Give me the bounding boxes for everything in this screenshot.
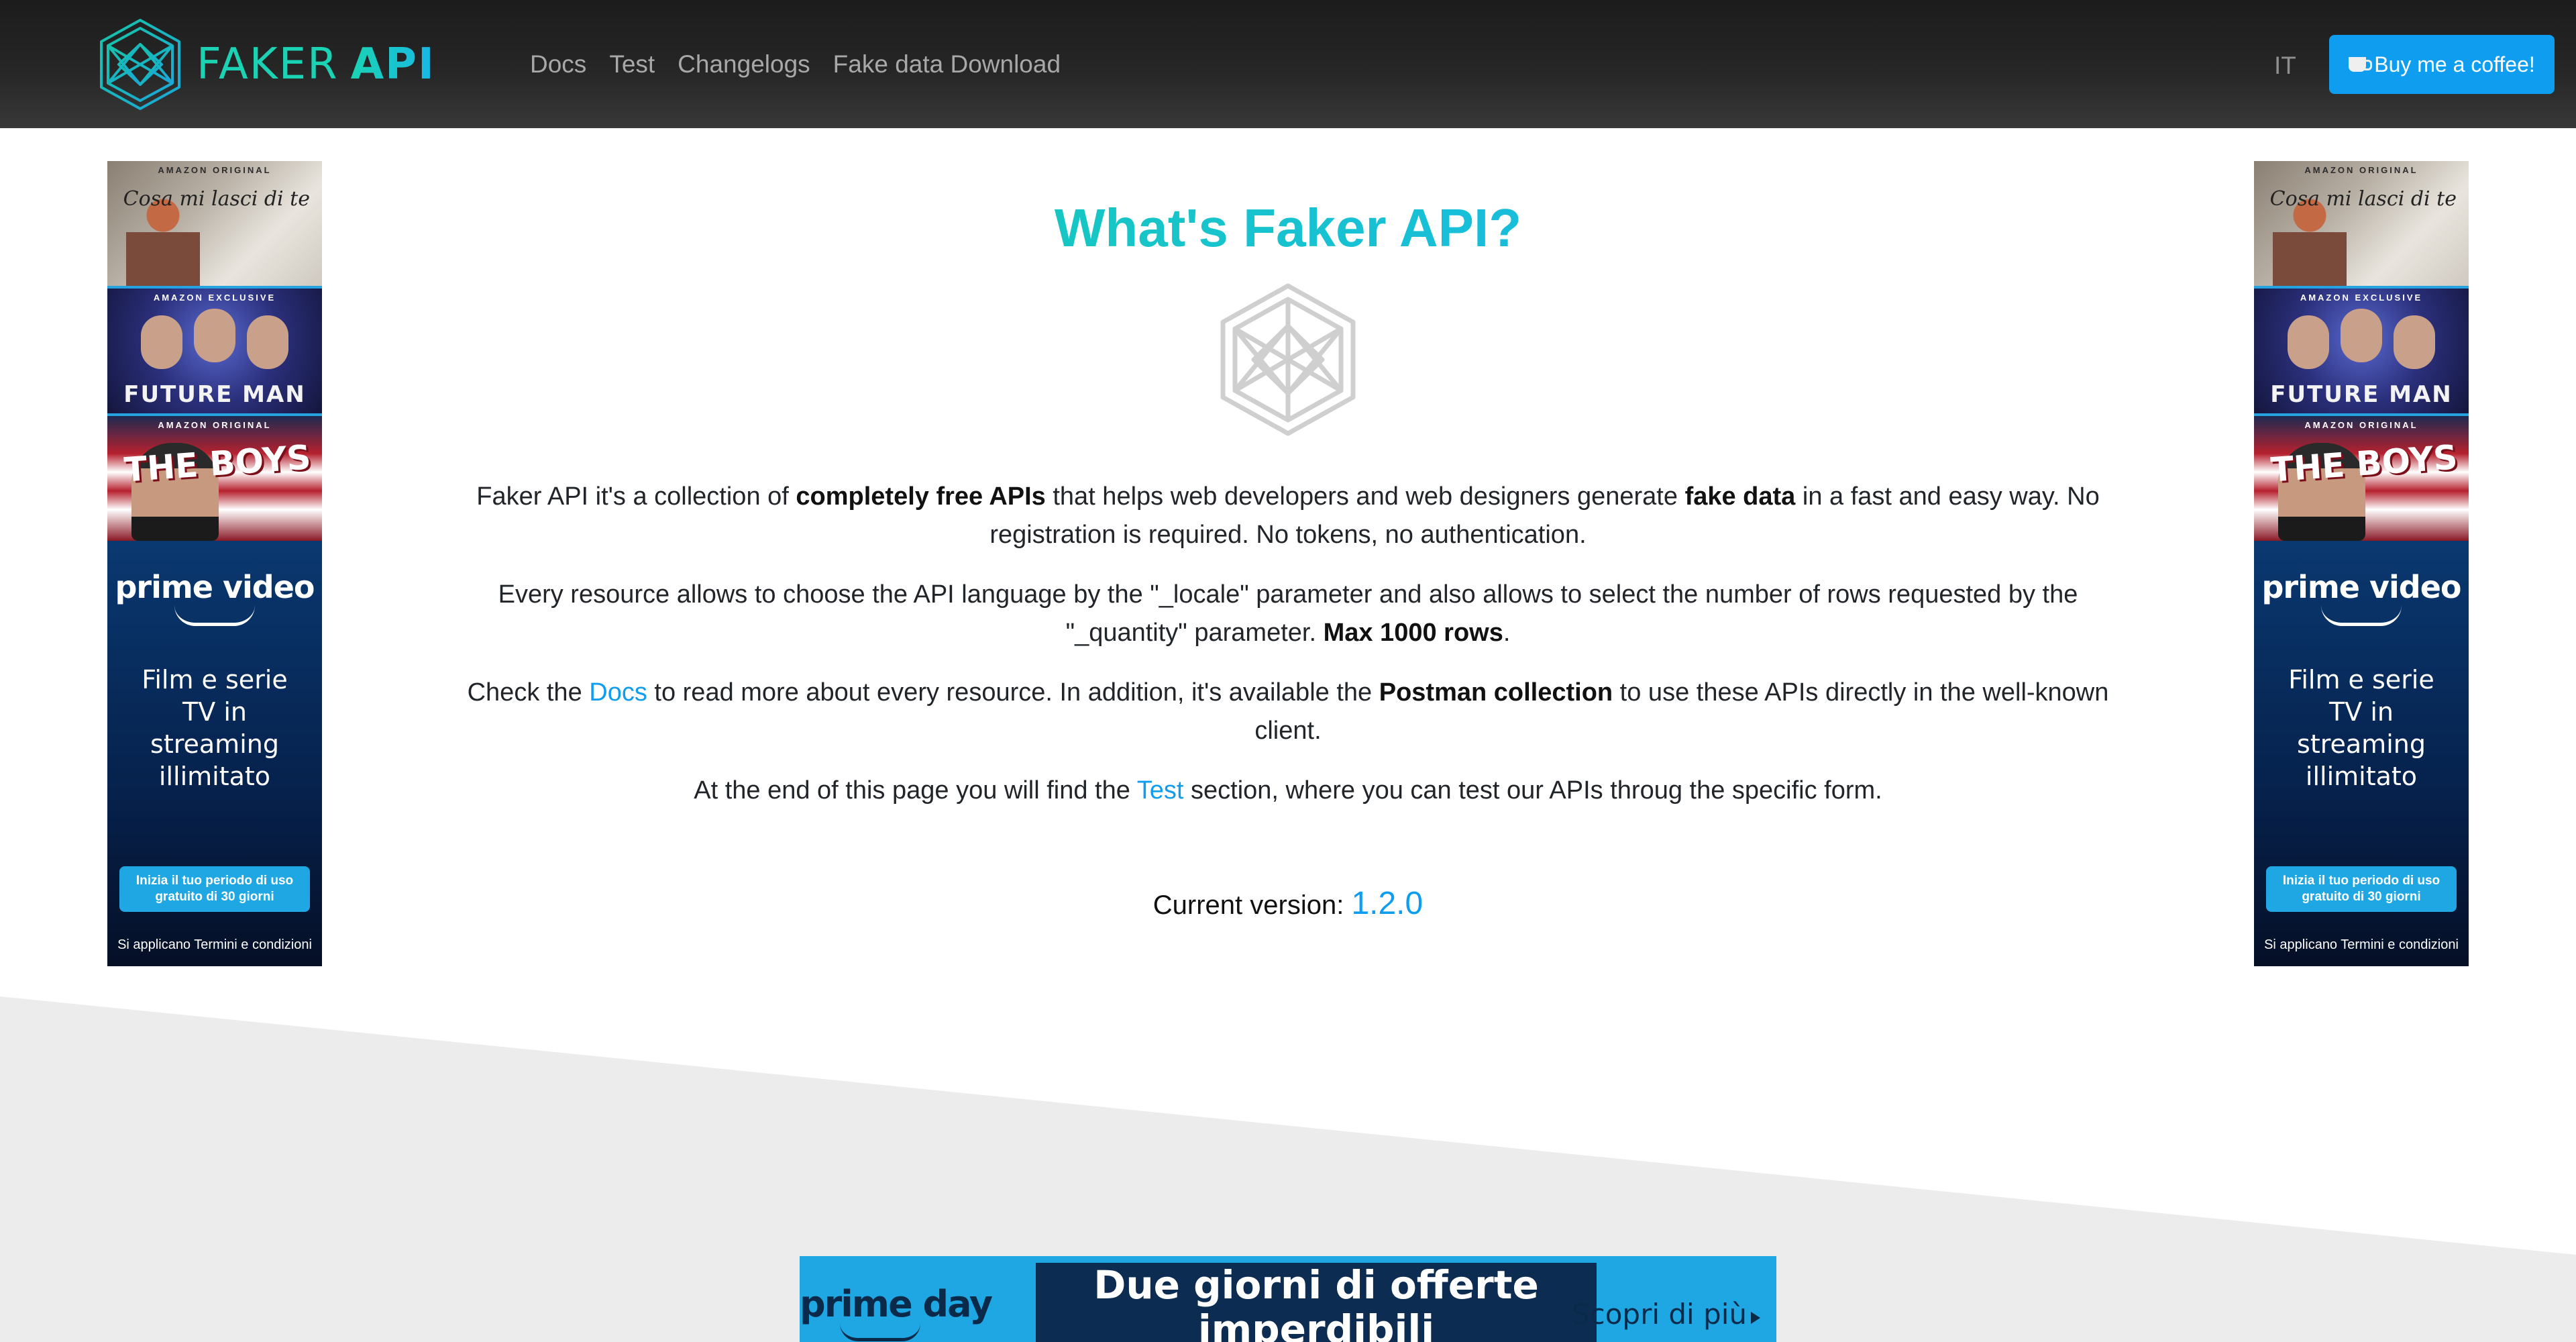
intro-paragraph-2: Every resource allows to choose the API …: [456, 576, 2120, 652]
ad-brand: prime video: [115, 569, 315, 605]
side-ad-left[interactable]: AMAZON ORIGINAL Cosa mi lasci di te AMAZ…: [107, 161, 322, 966]
hero-cube-icon: [1220, 283, 1356, 436]
ad-poster-tag: AMAZON ORIGINAL: [158, 165, 272, 175]
ad-poster-image: [134, 309, 295, 382]
intro-paragraph-3: Check the Docs to read more about every …: [456, 674, 2120, 750]
ad-copy: Film e serie TV in streaming illimitato: [2288, 665, 2434, 791]
text: At the end of this page you will find th…: [694, 776, 1137, 805]
ad-poster-title: FUTURE MAN: [2270, 381, 2453, 408]
amazon-smile-icon: [2321, 605, 2402, 626]
buy-me-a-coffee-label: Buy me a coffee!: [2374, 52, 2535, 76]
ad-poster-image: [2281, 309, 2442, 382]
ad-poster-3: AMAZON ORIGINAL THE BOYS: [107, 413, 322, 541]
highlight-text: completely free APIs: [796, 482, 1046, 511]
intro-paragraph-1: Faker API it's a collection of completel…: [456, 478, 2120, 554]
ad-poster-title: Cosa mi lasci di te: [123, 187, 310, 211]
brand-word-faker: FAKER: [197, 40, 339, 89]
ad-poster-2: AMAZON EXCLUSIVE FUTURE MAN: [2254, 286, 2469, 413]
amazon-smile-icon: [174, 605, 255, 626]
side-ad-right[interactable]: AMAZON ORIGINAL Cosa mi lasci di te AMAZ…: [2254, 161, 2469, 966]
ad-poster-title: THE BOYS: [2269, 437, 2459, 490]
intro-section: What's Faker API? Faker API it's a colle…: [456, 161, 2120, 925]
brand-wordmark: FAKER API: [197, 43, 435, 86]
banner-ad[interactable]: prime day Due giorni di offerte imperdib…: [800, 1256, 1776, 1342]
ad-terms: Si applicano Termini e condizioni: [2264, 937, 2459, 952]
ad-poster-title: THE BOYS: [123, 437, 313, 490]
nav-link-test[interactable]: Test: [609, 46, 655, 83]
banner-brand: prime day: [800, 1283, 993, 1325]
intro-paragraph-4: At the end of this page you will find th…: [456, 772, 2120, 810]
ad-poster-tag: AMAZON ORIGINAL: [2304, 165, 2418, 175]
buy-me-a-coffee-button[interactable]: Buy me a coffee!: [2329, 35, 2555, 94]
banner-offer-text: Due giorni di offerte imperdibili: [1036, 1263, 1597, 1342]
ad-cta-button[interactable]: Inizia il tuo periodo di uso gratuito di…: [2266, 866, 2457, 912]
text: Every resource allows to choose the API …: [498, 580, 2078, 647]
navbar: FAKER API Docs Test Changelogs Fake data …: [0, 0, 2576, 128]
language-switch-it[interactable]: IT: [2274, 50, 2296, 82]
ad-poster-3: AMAZON ORIGINAL THE BOYS: [2254, 413, 2469, 541]
docs-inline-link[interactable]: Docs: [589, 678, 647, 707]
text: .: [1503, 619, 1511, 647]
amazon-smile-icon: [840, 1323, 920, 1341]
ad-brand: prime video: [2261, 569, 2461, 605]
version-label: Current version:: [1152, 890, 1352, 920]
main-nav: Docs Test Changelogs Fake data Download: [530, 46, 1061, 83]
highlight-text: fake data: [1684, 482, 1796, 511]
text: section, where you can test our APIs thr…: [1183, 776, 1882, 805]
nav-link-changelogs[interactable]: Changelogs: [678, 46, 810, 83]
brand-home-link[interactable]: FAKER API: [97, 17, 435, 111]
text: that helps web developers and web design…: [1045, 482, 1685, 511]
nav-link-docs[interactable]: Docs: [530, 46, 586, 83]
banner-cta-link[interactable]: Scopri di più: [1572, 1298, 1760, 1331]
ad-poster-1: AMAZON ORIGINAL Cosa mi lasci di te: [107, 161, 322, 286]
ad-copy: Film e serie TV in streaming illimitato: [142, 665, 288, 791]
faker-cube-logo-icon: [100, 19, 180, 110]
ad-terms: Si applicano Termini e condizioni: [117, 937, 312, 952]
ad-poster-tag: AMAZON ORIGINAL: [2304, 420, 2418, 430]
text: Faker API it's a collection of: [476, 482, 796, 511]
text: Check the: [467, 678, 590, 707]
ad-poster-tag: AMAZON ORIGINAL: [158, 420, 272, 430]
ad-poster-title: Cosa mi lasci di te: [2269, 187, 2457, 211]
test-inline-link[interactable]: Test: [1137, 776, 1184, 805]
brand-word-api: API: [350, 40, 435, 89]
nav-link-fake-data-download[interactable]: Fake data Download: [833, 46, 1061, 83]
ad-poster-title: FUTURE MAN: [123, 381, 306, 408]
current-version: Current version: 1.2.0: [456, 884, 2120, 925]
version-number: 1.2.0: [1351, 886, 1424, 921]
ad-poster-tag: AMAZON EXCLUSIVE: [2300, 293, 2423, 303]
highlight-text: Postman collection: [1379, 678, 1613, 707]
highlight-text: Max 1000 rows: [1323, 619, 1503, 647]
ad-poster-2: AMAZON EXCLUSIVE FUTURE MAN: [107, 286, 322, 413]
ad-poster-1: AMAZON ORIGINAL Cosa mi lasci di te: [2254, 161, 2469, 286]
ad-poster-tag: AMAZON EXCLUSIVE: [153, 293, 276, 303]
text: to read more about every resource. In ad…: [647, 678, 1379, 707]
coffee-cup-icon: [2349, 57, 2373, 72]
ad-cta-button[interactable]: Inizia il tuo periodo di uso gratuito di…: [119, 866, 310, 912]
page-title: What's Faker API?: [456, 195, 2120, 262]
